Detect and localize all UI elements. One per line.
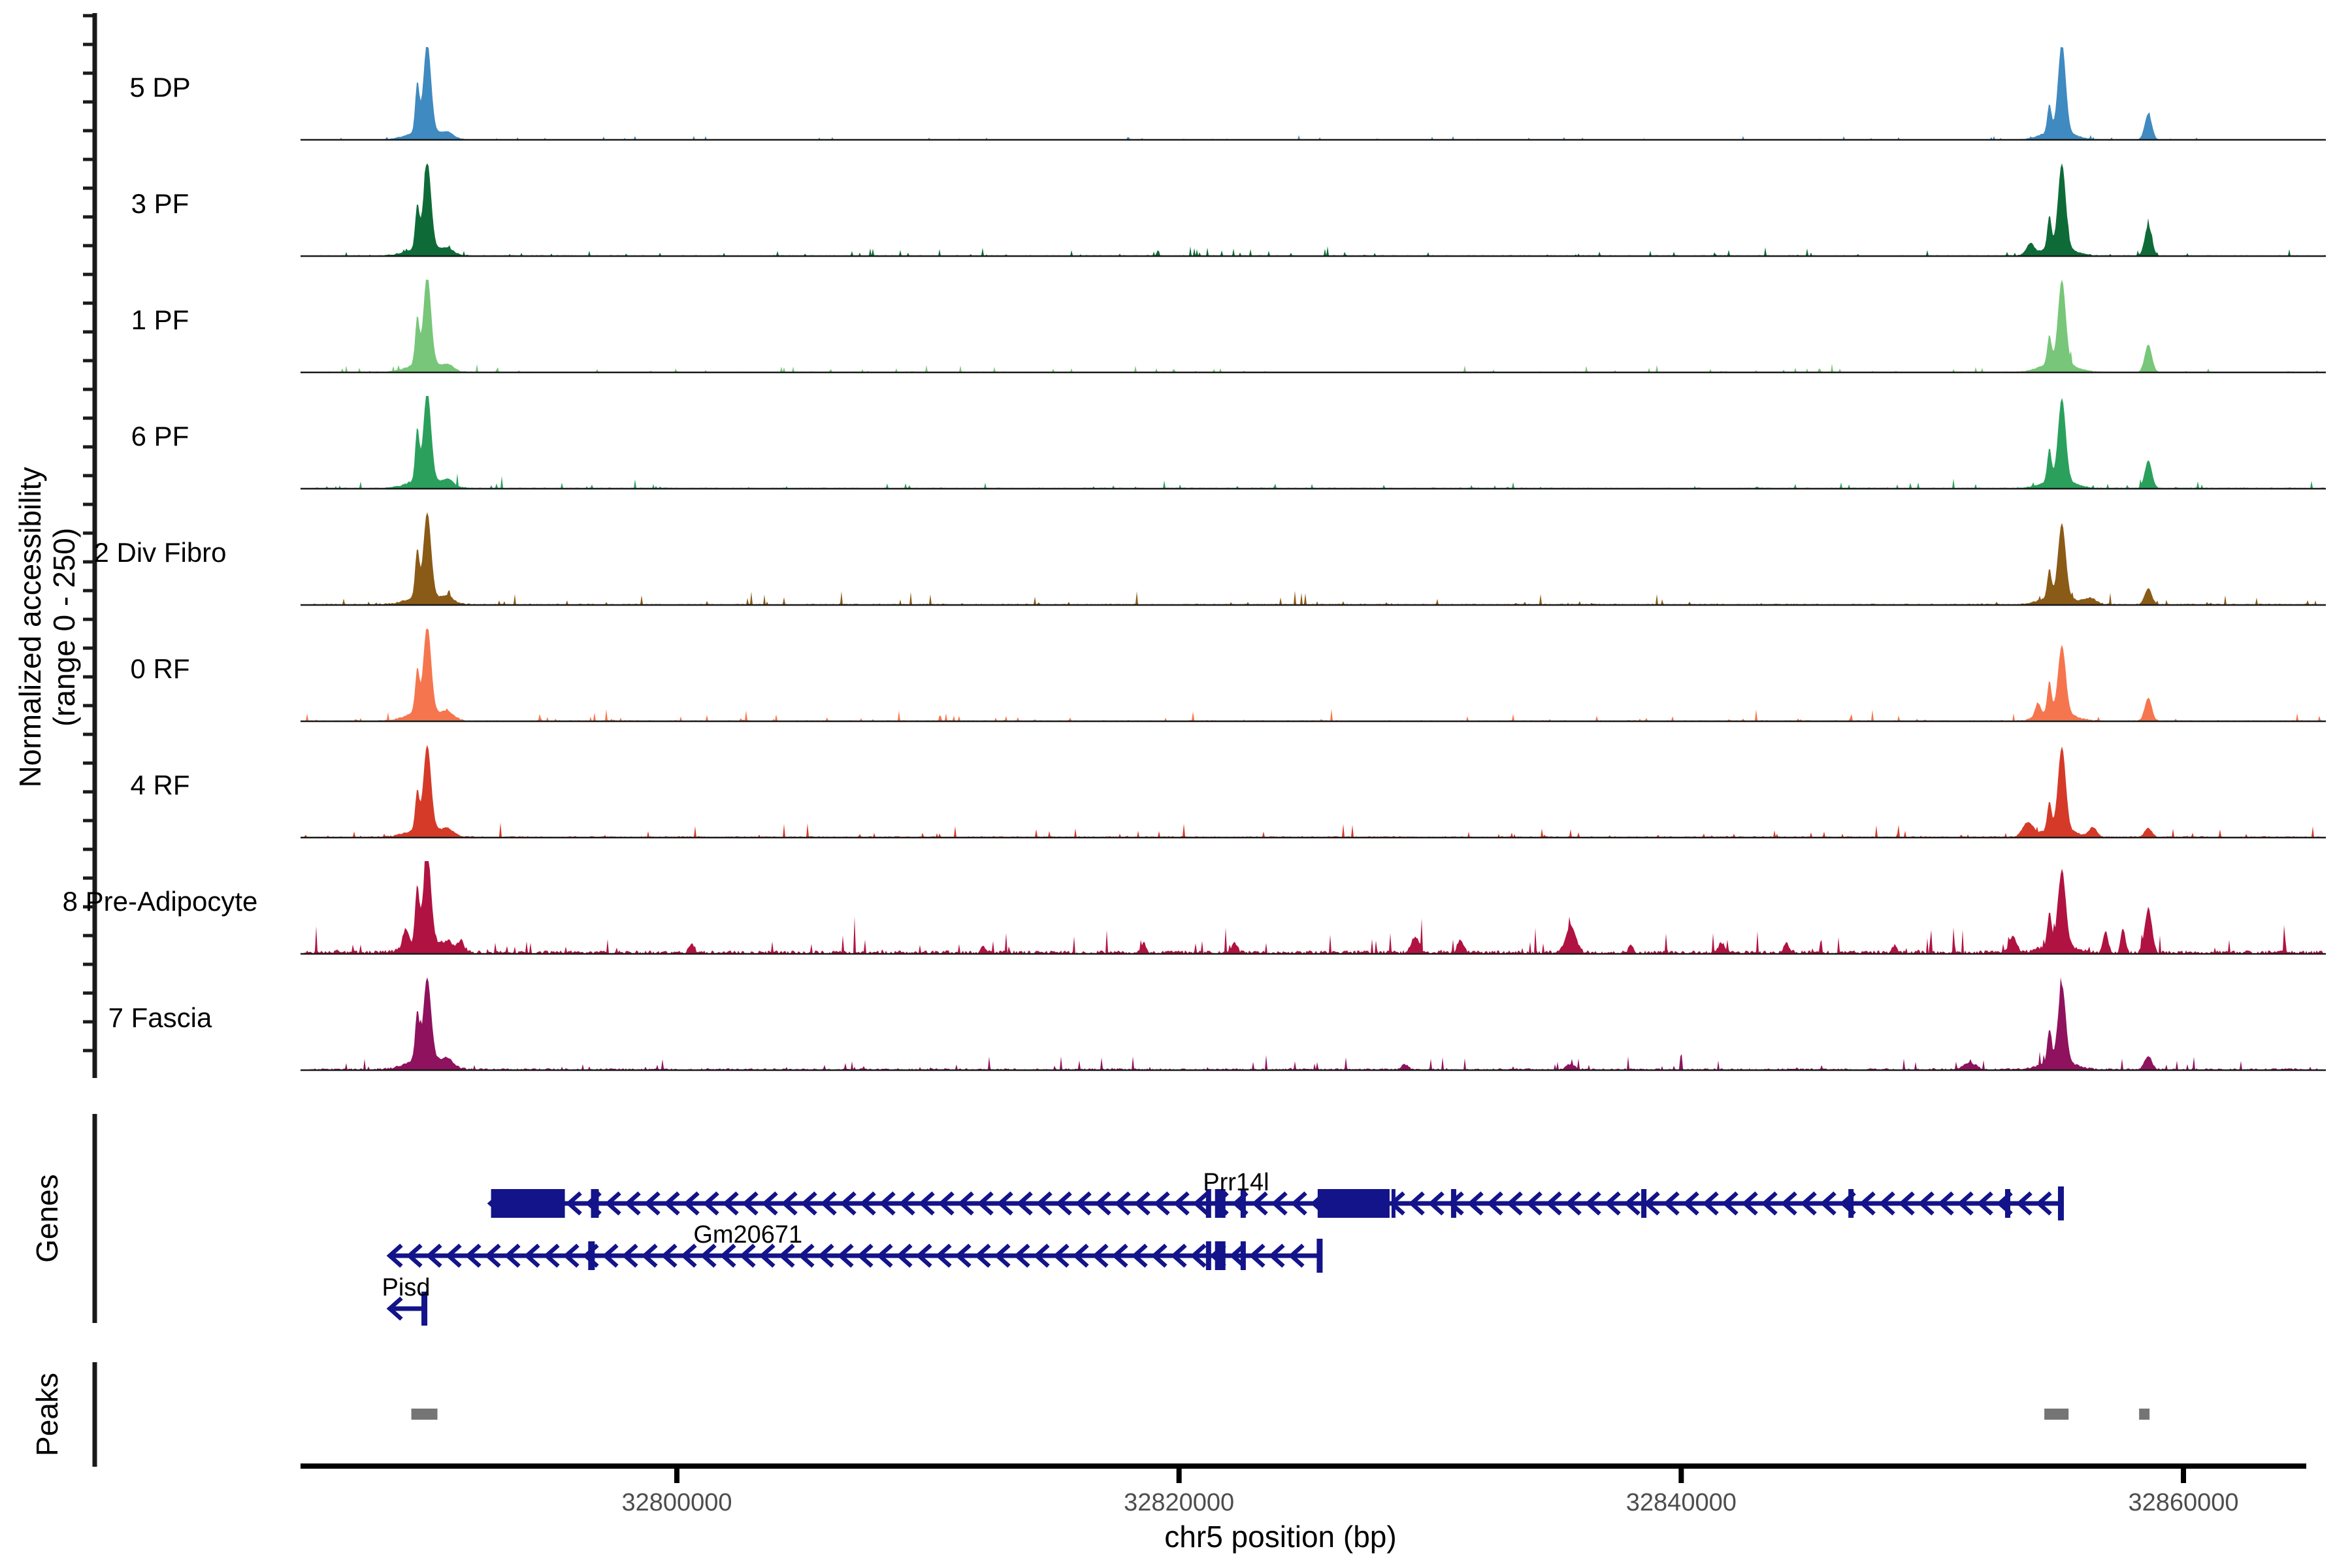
atac-peak-box xyxy=(2139,1409,2149,1420)
track-label-8-pre-adipocyte: 8 Pre-Adipocyte xyxy=(63,886,258,917)
coverage-track-row-2-div-fibro: 2 Div Fibro xyxy=(93,512,2326,605)
coverage-track-row-1-pf: 1 PF xyxy=(131,280,2326,372)
atac-peak-box xyxy=(2044,1409,2068,1420)
transcript-end-bar xyxy=(1316,1239,1322,1273)
track-label-5-dp: 5 DP xyxy=(129,72,190,103)
track-label-4-rf: 4 RF xyxy=(130,770,189,800)
exon-box xyxy=(1318,1189,1390,1218)
coverage-signal-0-rf xyxy=(301,629,2326,721)
coverage-signal-6-pf xyxy=(301,396,2326,489)
exon-box xyxy=(491,1189,565,1218)
peaks-section-label: Peaks xyxy=(30,1373,64,1456)
x-axis-tick-label: 32820000 xyxy=(1124,1489,1234,1516)
x-axis-title: chr5 position (bp) xyxy=(1164,1520,1396,1554)
coverage-signal-1-pf xyxy=(301,280,2326,372)
coverage-signal-8-pre-adipocyte xyxy=(301,861,2326,954)
coverage-signal-2-div-fibro xyxy=(301,512,2326,605)
gene-model-gm20671: Gm20671 xyxy=(389,1221,1322,1273)
exon-tick xyxy=(1241,1241,1246,1270)
gene-label-gm20671: Gm20671 xyxy=(693,1221,802,1249)
gene-label-prr14l: Prr14l xyxy=(1203,1169,1269,1196)
peak-boxes xyxy=(412,1409,2150,1420)
track-label-7-fascia: 7 Fascia xyxy=(108,1002,212,1033)
genes-section-label: Genes xyxy=(30,1174,64,1263)
exon-tick xyxy=(2005,1189,2010,1218)
track-label-2-div-fibro: 2 Div Fibro xyxy=(93,537,226,568)
gene-model-prr14l: Prr14l xyxy=(491,1169,2064,1220)
coverage-tracks: 5 DP 3 PF 1 PF 6 PF 2 Div Fibro 0 RF 4 RF 8 Pre… xyxy=(63,47,2326,1070)
coverage-track-row-8-pre-adipocyte: 8 Pre-Adipocyte xyxy=(63,861,2326,954)
coverage-plot-canvas: 5 DP 3 PF 1 PF 6 PF 2 Div Fibro 0 RF 4 RF 8 Pre… xyxy=(0,0,2352,1568)
track-label-6-pf: 6 PF xyxy=(131,421,189,451)
exon-tick xyxy=(1641,1189,1646,1218)
exon-tick xyxy=(1215,1241,1226,1270)
coverage-track-row-6-pf: 6 PF xyxy=(131,396,2326,489)
coverage-signal-4-rf xyxy=(301,745,2326,838)
genome-coverage-figure: 5 DP 3 PF 1 PF 6 PF 2 Div Fibro 0 RF 4 RF 8 Pre… xyxy=(0,0,2352,1568)
gene-model-pisd: Pisd xyxy=(382,1274,431,1326)
coverage-signal-3-pf xyxy=(301,163,2326,256)
exon-tick xyxy=(588,1241,595,1270)
exon-tick xyxy=(1848,1189,1854,1218)
track-label-1-pf: 1 PF xyxy=(131,304,189,335)
atac-peak-box xyxy=(412,1409,438,1420)
x-axis-tick-label: 32840000 xyxy=(1626,1489,1737,1516)
y-axis-label-line1: Normalized accessibility xyxy=(13,467,47,788)
coverage-track-row-7-fascia: 7 Fascia xyxy=(108,977,2326,1070)
exon-tick xyxy=(1392,1189,1396,1218)
coverage-signal-7-fascia xyxy=(301,977,2326,1070)
x-axis: 32800000 32820000 32840000 32860000 xyxy=(301,1466,2306,1516)
track-label-0-rf: 0 RF xyxy=(130,653,189,684)
y-axis-label-line2: (range 0 - 250) xyxy=(47,528,81,727)
coverage-track-row-4-rf: 4 RF xyxy=(130,745,2326,838)
coverage-signal-5-dp xyxy=(301,47,2326,140)
x-axis-tick-label: 32800000 xyxy=(621,1489,732,1516)
exon-tick xyxy=(1206,1241,1211,1270)
x-axis-tick-label: 32860000 xyxy=(2128,1489,2238,1516)
transcript-end-bar xyxy=(2058,1186,2064,1220)
gene-label-pisd: Pisd xyxy=(382,1274,431,1301)
axis-brackets xyxy=(83,13,95,1467)
coverage-track-row-5-dp: 5 DP xyxy=(129,47,2326,140)
exon-tick xyxy=(1451,1189,1456,1218)
coverage-track-row-3-pf: 3 PF xyxy=(131,163,2326,256)
exon-box xyxy=(591,1189,599,1218)
track-label-3-pf: 3 PF xyxy=(131,188,189,219)
gene-models: Prr14l Gm20671 Pisd xyxy=(382,1169,2064,1326)
coverage-track-row-0-rf: 0 RF xyxy=(130,629,2326,721)
